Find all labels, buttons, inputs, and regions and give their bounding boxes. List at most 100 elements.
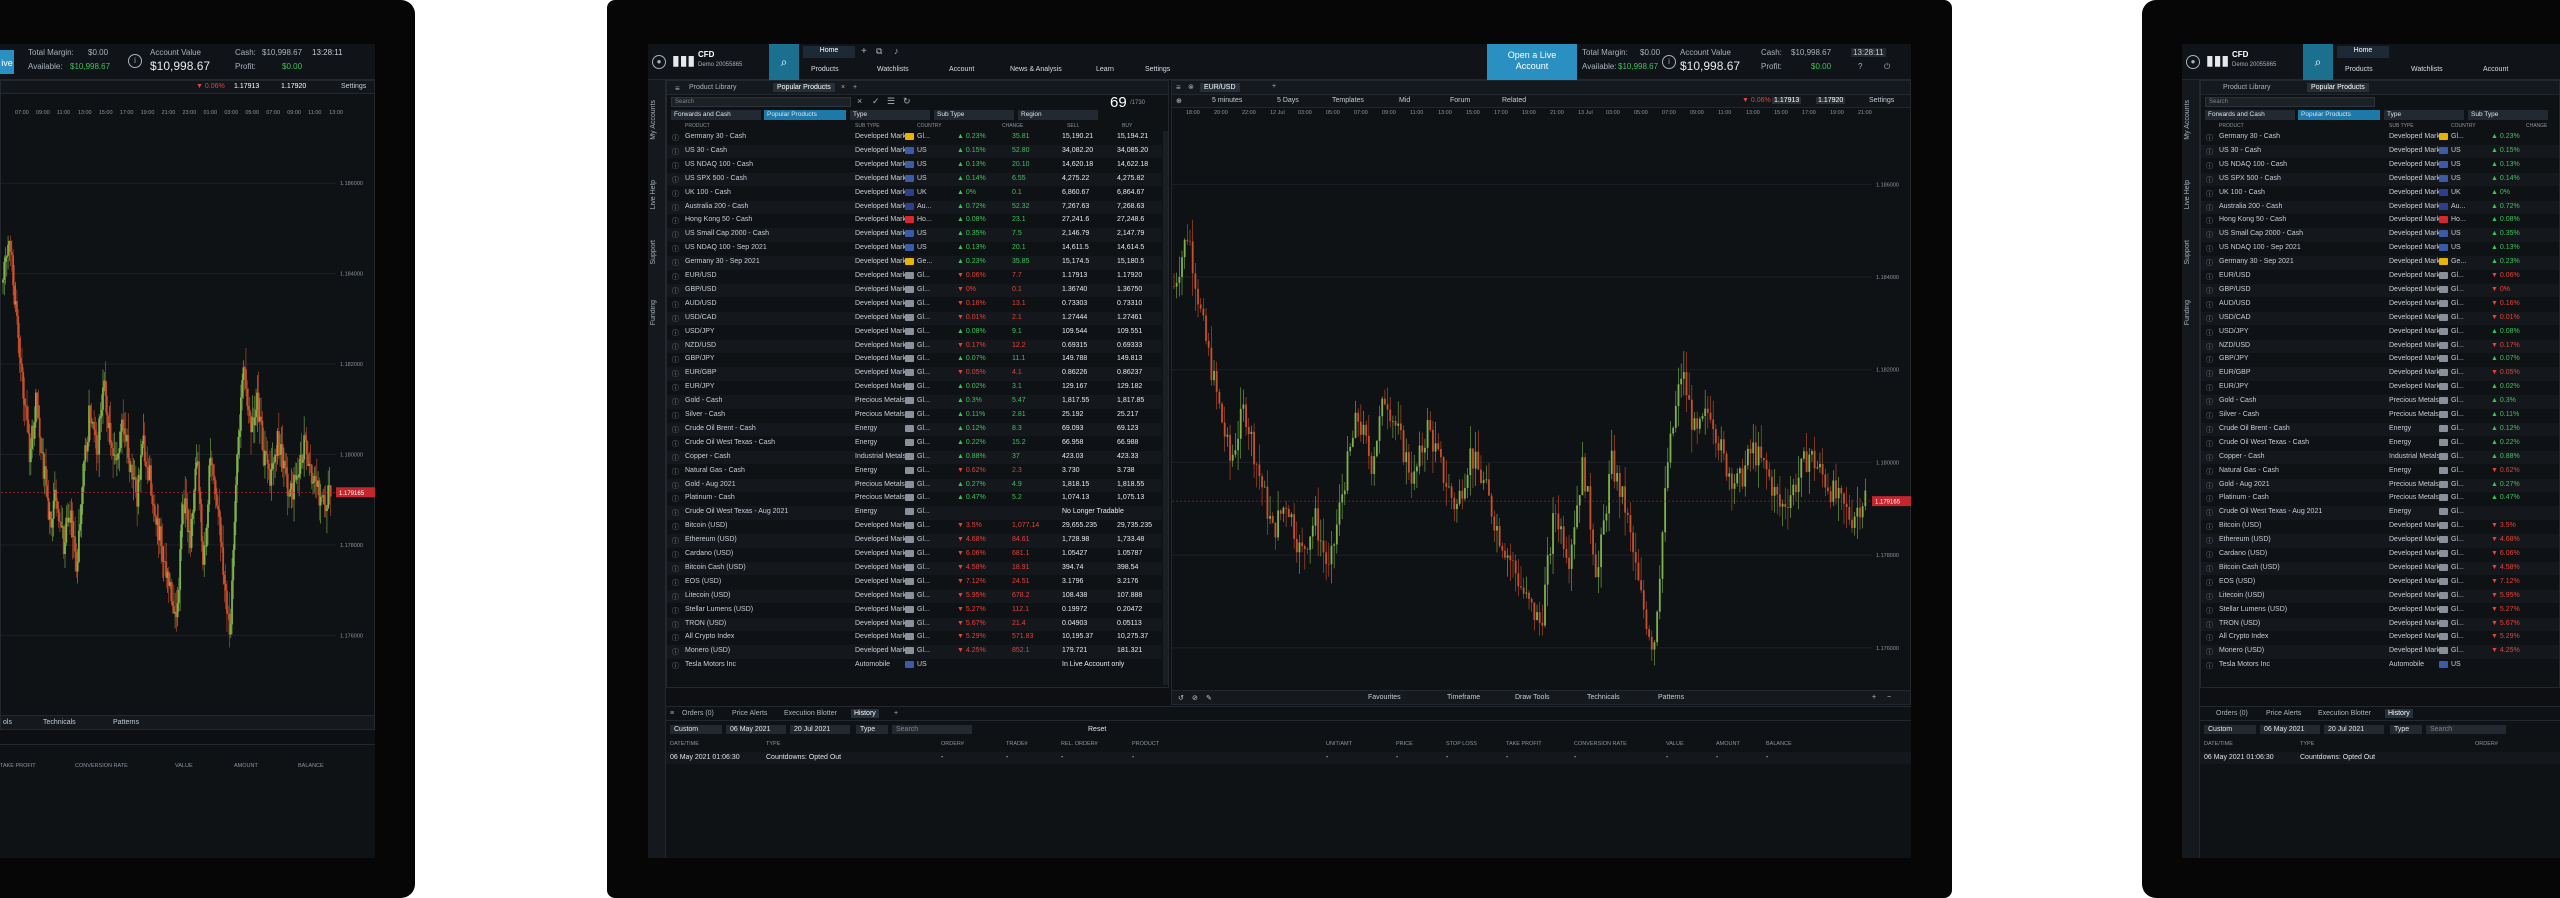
add-tab-icon[interactable]: + bbox=[849, 83, 861, 92]
product-row[interactable]: ⓘ Germany 30 - Sep 2021 Developed Marke Ge.… bbox=[2201, 256, 2559, 270]
clear-search-icon[interactable]: × bbox=[857, 96, 862, 106]
info-icon[interactable]: ⓘ bbox=[672, 411, 679, 421]
help-icon[interactable]: ? bbox=[1858, 62, 1862, 71]
right-sidebar-funding[interactable]: Funding bbox=[2184, 300, 2191, 325]
info-icon[interactable]: ⓘ bbox=[672, 147, 679, 157]
product-scrollbar[interactable] bbox=[1163, 131, 1168, 685]
product-row[interactable]: ⓘ GBP/USD Developed Marke Gl... ▼ 0% 0.1 1.367… bbox=[667, 283, 1162, 298]
info-icon[interactable]: ⓘ bbox=[2206, 564, 2213, 574]
info-icon[interactable]: ⓘ bbox=[2206, 453, 2213, 463]
orders-col-header[interactable]: TAKE PROFIT bbox=[1506, 741, 1542, 747]
bottom-favourites[interactable]: Favourites bbox=[1368, 694, 1401, 701]
product-row[interactable]: ⓘ US Small Cap 2000 - Cash Developed Marke… bbox=[667, 228, 1162, 242]
info-icon[interactable]: ⓘ bbox=[672, 328, 679, 338]
product-row[interactable]: ⓘ Hong Kong 50 - Cash Developed Marke Ho...… bbox=[667, 214, 1162, 228]
info-icon[interactable]: ⓘ bbox=[672, 355, 679, 365]
popout-icon[interactable]: ⧉ bbox=[876, 46, 882, 57]
product-row[interactable]: ⓘ Australia 200 - Cash Developed Marke Au..… bbox=[667, 200, 1162, 214]
info-icon[interactable]: ⓘ bbox=[2206, 369, 2213, 379]
info-icon[interactable]: ⓘ bbox=[672, 300, 679, 310]
product-row[interactable]: ⓘ NZD/USD Developed Marke Gl... ▼ 0.17% 12.2 0… bbox=[667, 339, 1162, 353]
right-filter-forwards-cash[interactable]: Forwards and Cash bbox=[2205, 110, 2295, 120]
info-icon[interactable]: ⓘ bbox=[672, 564, 679, 574]
filter-type[interactable]: Type bbox=[850, 110, 930, 120]
tab-price-alerts[interactable]: Price Alerts bbox=[732, 710, 767, 717]
info-icon[interactable]: ⓘ bbox=[2206, 272, 2213, 282]
info-icon[interactable]: ⓘ bbox=[672, 286, 679, 296]
right-col-product[interactable]: PRODUCT bbox=[2219, 123, 2244, 129]
info-icon[interactable]: ⓘ bbox=[2206, 175, 2213, 185]
info-icon[interactable]: ⓘ bbox=[672, 453, 679, 463]
right-user-icon[interactable]: ● bbox=[2186, 55, 2200, 69]
orders-col-header[interactable]: PRICE bbox=[1396, 741, 1413, 747]
search-button[interactable]: ⌕ bbox=[769, 44, 799, 80]
info-icon[interactable]: ⓘ bbox=[2206, 522, 2213, 532]
undo-icon[interactable]: ↺ bbox=[1178, 694, 1184, 702]
info-icon[interactable]: ⓘ bbox=[2206, 328, 2213, 338]
product-row[interactable]: ⓘ Natural Gas - Cash Energy Gl... ▼ 0.62% bbox=[2201, 465, 2559, 479]
right-col-change[interactable]: CHANGE bbox=[2526, 123, 2547, 129]
right-nav-watchlists[interactable]: Watchlists bbox=[2406, 65, 2448, 77]
right-tab-history[interactable]: History bbox=[2385, 709, 2413, 718]
power-icon[interactable]: ⏻ bbox=[1884, 62, 1890, 72]
info-icon[interactable]: ⓘ bbox=[672, 397, 679, 407]
product-row[interactable]: ⓘ USD/CAD Developed Marke Gl... ▼ 0.01% 2.1 1.… bbox=[667, 311, 1162, 326]
interval-selector[interactable]: 5 minutes bbox=[1212, 97, 1242, 104]
info-icon[interactable]: ⓘ bbox=[672, 661, 679, 671]
product-row[interactable]: ⓘ Crude Oil Brent - Cash Energy Gl... ▲ 0.12… bbox=[667, 422, 1162, 437]
product-row[interactable]: ⓘ All Crypto Index Developed Marke Gl... ▼ 5… bbox=[2201, 631, 2559, 645]
product-row[interactable]: ⓘ EOS (USD) Developed Marke Gl... ▼ 7.12% 24.… bbox=[667, 576, 1162, 590]
info-icon[interactable]: ⓘ bbox=[2206, 494, 2213, 504]
info-icon[interactable]: ⓘ bbox=[672, 383, 679, 393]
product-row[interactable]: ⓘ US SPX 500 - Cash Developed Marke US ▲ 0.1… bbox=[2201, 172, 2559, 187]
product-row[interactable]: ⓘ Gold - Cash Precious Metals Gl... ▲ 0.3% 5.… bbox=[667, 395, 1162, 409]
right-tab-product-library[interactable]: Product Library bbox=[2219, 83, 2274, 92]
product-row[interactable]: ⓘ Germany 30 - Sep 2021 Developed Marke Ge.… bbox=[667, 256, 1162, 270]
sidebar-live-help[interactable]: Live Help bbox=[650, 180, 657, 209]
product-row[interactable]: ⓘ TRON (USD) Developed Marke Gl... ▼ 5.67% bbox=[2201, 617, 2559, 631]
info-icon[interactable]: ⓘ bbox=[672, 244, 679, 254]
live-account-button[interactable]: ive bbox=[0, 50, 14, 74]
product-row[interactable]: ⓘ EUR/JPY Developed Marke Gl... ▲ 0.02% bbox=[2201, 381, 2559, 395]
nav-products[interactable]: Products bbox=[806, 65, 844, 77]
info-icon[interactable]: ⓘ bbox=[2206, 425, 2213, 435]
product-search-input[interactable]: Search bbox=[671, 97, 851, 107]
related-button[interactable]: Related bbox=[1502, 97, 1526, 104]
user-icon[interactable]: ● bbox=[652, 55, 666, 69]
product-row[interactable]: ⓘ EUR/GBP Developed Marke Gl... ▼ 0.05% 4.1 0.… bbox=[667, 367, 1162, 381]
forum-button[interactable]: Forum bbox=[1450, 97, 1470, 104]
col-change[interactable]: CHANGE bbox=[1002, 123, 1023, 129]
product-row[interactable]: ⓘ US NDAQ 100 - Sep 2021 Developed Marke US… bbox=[2201, 242, 2559, 256]
tab-history[interactable]: History bbox=[851, 709, 879, 718]
filter-sub-type[interactable]: Sub Type bbox=[934, 110, 1014, 120]
product-row[interactable]: ⓘ TRON (USD) Developed Marke Gl... ▼ 5.67% 21… bbox=[667, 617, 1162, 631]
right-product-search-input[interactable]: Search bbox=[2205, 97, 2375, 107]
pencil-icon[interactable]: ✎ bbox=[1206, 694, 1212, 702]
left-settings-label[interactable]: Settings bbox=[341, 83, 366, 90]
right-tab-orders[interactable]: Orders (0) bbox=[2216, 710, 2248, 717]
chart-symbol-tab[interactable]: EUR/USD bbox=[1200, 83, 1240, 92]
col-sell[interactable]: SELL bbox=[1067, 123, 1079, 129]
info-icon[interactable]: ⓘ bbox=[2206, 314, 2213, 324]
crosshair-icon[interactable]: ⊕ bbox=[1176, 97, 1182, 105]
product-row[interactable]: ⓘ GBP/JPY Developed Marke Gl... ▲ 0.07% bbox=[2201, 353, 2559, 367]
info-icon[interactable]: ⓘ bbox=[2206, 578, 2213, 588]
product-row[interactable]: ⓘ Germany 30 - Cash Developed Marke Gl... ▲ … bbox=[2201, 131, 2559, 145]
info-icon[interactable]: ⓘ bbox=[672, 578, 679, 588]
product-row[interactable]: ⓘ Germany 30 - Cash Developed Marke Gl... ▲ … bbox=[667, 131, 1162, 145]
right-sidebar-live-help[interactable]: Live Help bbox=[2184, 180, 2191, 209]
hide-icon[interactable]: ⊘ bbox=[1192, 694, 1198, 702]
product-row[interactable]: ⓘ USD/CAD Developed Marke Gl... ▼ 0.01% bbox=[2201, 311, 2559, 326]
orders-table-row[interactable]: 06 May 2021 01:06:30 Countdowns: Opted Ou… bbox=[666, 752, 1911, 764]
col-product[interactable]: PRODUCT bbox=[685, 123, 710, 129]
info-icon[interactable]: ⓘ bbox=[2206, 244, 2213, 254]
product-row[interactable]: ⓘ Bitcoin (USD) Developed Marke Gl... ▼ 3.5% bbox=[2201, 520, 2559, 534]
product-row[interactable]: ⓘ Copper - Cash Industrial Metals Gl... ▲ 0.… bbox=[667, 450, 1162, 465]
product-row[interactable]: ⓘ Australia 200 - Cash Developed Marke Au..… bbox=[2201, 200, 2559, 214]
orders-col-header[interactable]: AMOUNT bbox=[1716, 741, 1740, 747]
product-row[interactable]: ⓘ Bitcoin Cash (USD) Developed Marke Gl... ▼… bbox=[667, 561, 1162, 576]
info-icon[interactable]: ⓘ bbox=[672, 258, 679, 268]
col-buy[interactable]: BUY bbox=[1122, 123, 1132, 129]
chart-settings[interactable]: Settings bbox=[1869, 97, 1894, 104]
info-icon[interactable]: ⓘ bbox=[672, 369, 679, 379]
